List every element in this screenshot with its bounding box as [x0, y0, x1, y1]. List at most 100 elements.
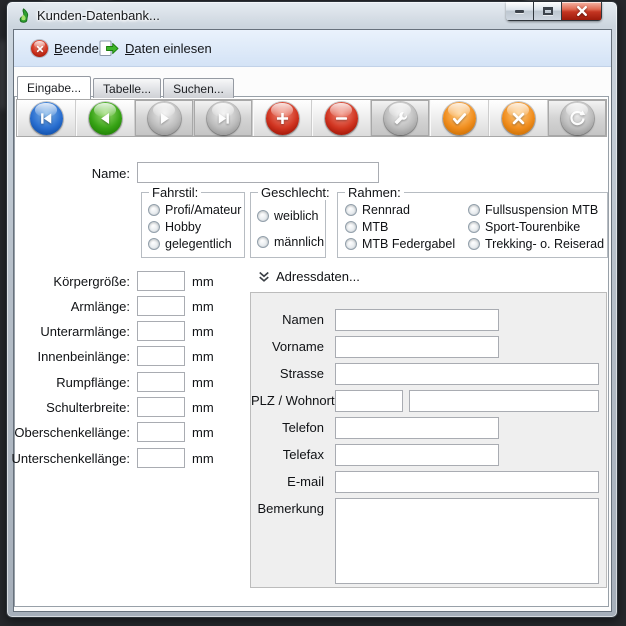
- unit-label: mm: [192, 425, 214, 440]
- nav-last-button: [194, 100, 253, 136]
- window-titlebar[interactable]: Kunden-Datenbank...: [7, 2, 617, 29]
- name-label: Name:: [15, 166, 130, 181]
- tab-suchen[interactable]: Suchen...: [163, 78, 234, 98]
- koerpergroesse-input[interactable]: [137, 271, 185, 291]
- rahmen-trekking-radio[interactable]: Trekking- o. Reiserad: [468, 237, 604, 251]
- first-record-icon: [30, 102, 63, 135]
- radio-circle-icon: [345, 238, 357, 250]
- rahmen-mtb-federgabel-radio[interactable]: MTB Federgabel: [345, 237, 455, 251]
- insert-record-icon: [266, 102, 299, 135]
- unit-label: mm: [192, 375, 214, 390]
- next-record-icon: [148, 102, 181, 135]
- vorname-input[interactable]: [335, 336, 499, 358]
- geschlecht-maennlich-label: männlich: [274, 235, 324, 249]
- schulterbreite-label: Schulterbreite:: [5, 400, 130, 415]
- geschlecht-weiblich-radio[interactable]: weiblich: [257, 209, 318, 223]
- app-flame-icon: [16, 8, 31, 23]
- email-label: E-mail: [251, 474, 324, 489]
- radio-circle-icon: [345, 204, 357, 216]
- radio-circle-icon: [148, 221, 160, 233]
- adressdaten-panel: Namen Vorname Strasse PLZ / Wohnort: [250, 292, 607, 588]
- rumpflaenge-input[interactable]: [137, 372, 185, 392]
- innenbeinlaenge-input[interactable]: [137, 346, 185, 366]
- record-navigator: [16, 99, 607, 137]
- load-data-button[interactable]: Daten einlesen: [94, 36, 217, 61]
- measurement-row: Armlänge: mm: [15, 296, 255, 316]
- rahmen-mtb-radio[interactable]: MTB: [345, 220, 388, 234]
- unit-label: mm: [192, 274, 214, 289]
- rahmen-sport-tourenbike-radio[interactable]: Sport-Tourenbike: [468, 220, 580, 234]
- unit-label: mm: [192, 400, 214, 415]
- adressdaten-header[interactable]: Adressdaten...: [258, 269, 360, 284]
- armlaenge-label: Armlänge:: [5, 299, 130, 314]
- tab-bar: Eingabe... Tabelle... Suchen...: [17, 75, 236, 98]
- plz-wohnort-label: PLZ / Wohnort: [251, 393, 324, 408]
- unterschenkellaenge-label: Unterschenkellänge:: [5, 451, 130, 466]
- window-title: Kunden-Datenbank...: [37, 8, 160, 23]
- close-button[interactable]: [561, 2, 602, 21]
- telefon-input[interactable]: [335, 417, 499, 439]
- tab-suchen-label: Suchen...: [173, 82, 224, 96]
- rahmen-mtb-label: MTB: [362, 220, 388, 234]
- vorname-label: Vorname: [251, 339, 324, 354]
- tab-eingabe[interactable]: Eingabe...: [17, 76, 91, 99]
- tab-eingabe-label: Eingabe...: [27, 81, 81, 95]
- name-input[interactable]: [137, 162, 379, 183]
- plz-input[interactable]: [335, 390, 403, 412]
- nav-cancel-button[interactable]: [489, 100, 548, 136]
- post-edit-check-icon: [443, 102, 476, 135]
- read-data-icon: [99, 40, 119, 57]
- fahrstil-gelegentlich-radio[interactable]: gelegentlich: [148, 237, 232, 251]
- minimize-icon: [515, 10, 524, 13]
- armlaenge-input[interactable]: [137, 296, 185, 316]
- fahrstil-hobby-radio[interactable]: Hobby: [148, 220, 201, 234]
- nav-refresh-button: [548, 100, 606, 136]
- radio-circle-icon: [345, 221, 357, 233]
- tab-tabelle[interactable]: Tabelle...: [93, 78, 161, 98]
- telefax-label: Telefax: [251, 447, 324, 462]
- unterarmlaenge-input[interactable]: [137, 321, 185, 341]
- radio-circle-icon: [148, 204, 160, 216]
- maximize-button[interactable]: [533, 2, 562, 21]
- rahmen-sport-tourenbike-label: Sport-Tourenbike: [485, 220, 580, 234]
- radio-circle-icon: [148, 238, 160, 250]
- edit-record-wrench-icon: [384, 102, 417, 135]
- radio-circle-icon: [257, 236, 269, 248]
- nav-delete-button[interactable]: [312, 100, 371, 136]
- bemerkung-textarea[interactable]: [335, 498, 599, 584]
- fahrstil-profi-radio[interactable]: Profi/Amateur: [148, 203, 241, 217]
- measurement-row: Rumpflänge: mm: [15, 372, 255, 392]
- rahmen-rennrad-radio[interactable]: Rennrad: [345, 203, 410, 217]
- rahmen-mtb-federgabel-label: MTB Federgabel: [362, 237, 455, 251]
- measurement-row: Unterarmlänge: mm: [15, 321, 255, 341]
- refresh-data-icon: [561, 102, 594, 135]
- rahmen-fullsuspension-radio[interactable]: Fullsuspension MTB: [468, 203, 598, 217]
- unit-label: mm: [192, 349, 214, 364]
- schulterbreite-input[interactable]: [137, 397, 185, 417]
- strasse-input[interactable]: [335, 363, 599, 385]
- nav-insert-button[interactable]: [253, 100, 312, 136]
- email-input[interactable]: [335, 471, 599, 493]
- measurement-row: Oberschenkellänge: mm: [15, 422, 255, 442]
- unterschenkellaenge-input[interactable]: [137, 448, 185, 468]
- rahmen-groupbox: Rahmen: Rennrad MTB MTB Federgabel: [337, 192, 608, 258]
- app-window: Kunden-Datenbank...: [6, 1, 618, 618]
- geschlecht-maennlich-radio[interactable]: männlich: [257, 235, 324, 249]
- measurement-row: Innenbeinlänge: mm: [15, 346, 255, 366]
- tab-tabelle-label: Tabelle...: [103, 82, 151, 96]
- double-chevron-down-icon: [258, 271, 270, 283]
- namen-input[interactable]: [335, 309, 499, 331]
- desktop-background: Kunden-Datenbank...: [0, 0, 626, 626]
- minimize-button[interactable]: [506, 2, 534, 21]
- wohnort-input[interactable]: [409, 390, 599, 412]
- innenbeinlaenge-label: Innenbeinlänge:: [5, 349, 130, 364]
- oberschenkellaenge-input[interactable]: [137, 422, 185, 442]
- nav-prior-button[interactable]: [76, 100, 135, 136]
- nav-post-button[interactable]: [430, 100, 489, 136]
- fahrstil-hobby-label: Hobby: [165, 220, 201, 234]
- oberschenkellaenge-label: Oberschenkellänge:: [5, 425, 130, 440]
- fahrstil-group-title: Fahrstil:: [149, 185, 201, 200]
- load-data-label: Daten einlesen: [125, 41, 212, 56]
- nav-first-button[interactable]: [17, 100, 76, 136]
- telefax-input[interactable]: [335, 444, 499, 466]
